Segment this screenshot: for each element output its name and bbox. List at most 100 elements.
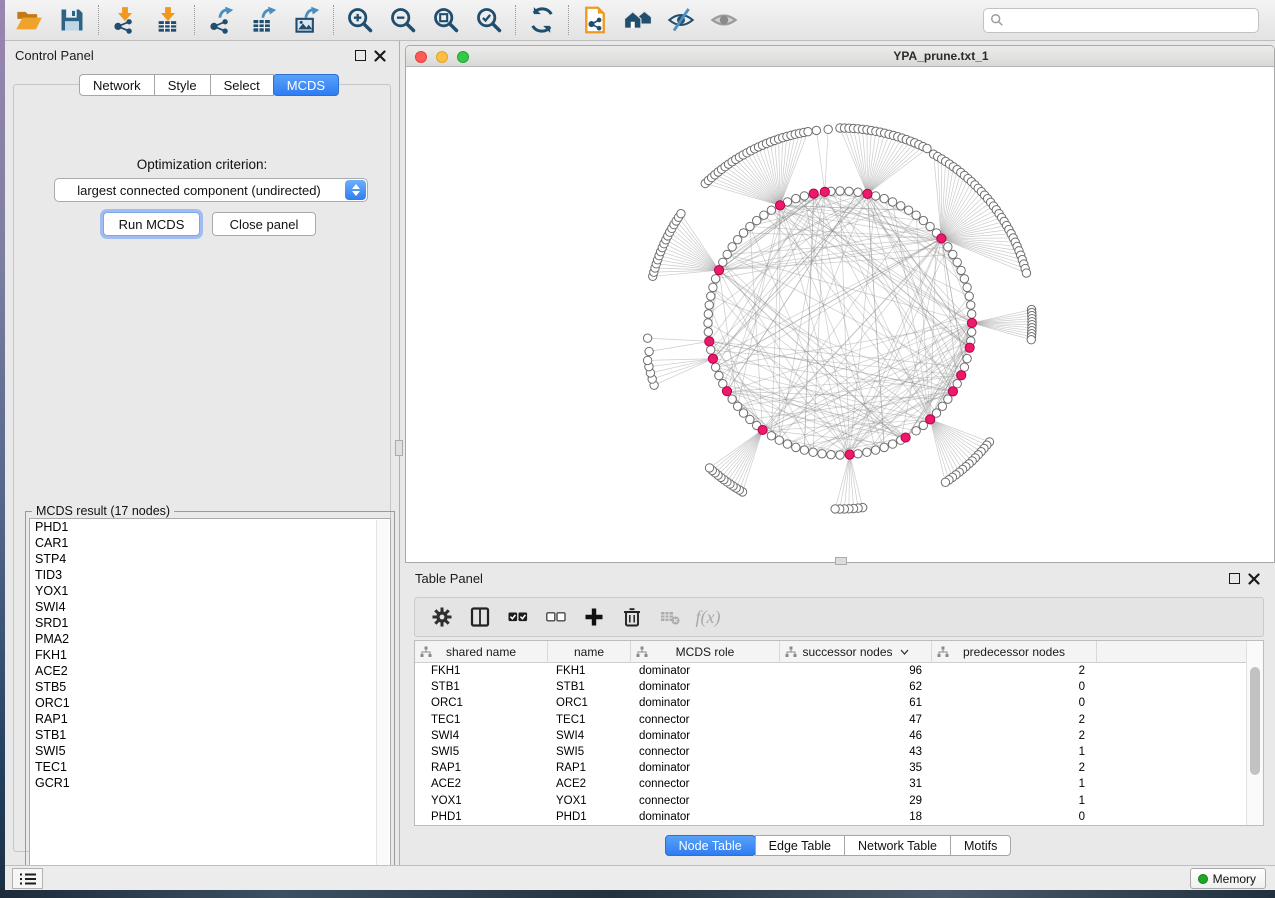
network-hub-node[interactable] (948, 387, 957, 396)
save-session-icon[interactable] (56, 4, 88, 36)
mcds-result-item[interactable]: TID3 (30, 567, 390, 583)
network-node[interactable] (643, 356, 651, 364)
network-window-titlebar[interactable]: YPA_prune.txt_1 (406, 46, 1274, 67)
network-node[interactable] (723, 250, 731, 258)
network-node[interactable] (871, 446, 879, 454)
network-node[interactable] (912, 427, 920, 435)
network-node[interactable] (767, 206, 775, 214)
mcds-result-item[interactable]: CAR1 (30, 535, 390, 551)
network-hub-node[interactable] (705, 337, 714, 346)
vertical-splitter-grip[interactable] (395, 440, 403, 456)
network-hub-node[interactable] (957, 371, 966, 380)
run-mcds-button[interactable]: Run MCDS (103, 212, 200, 236)
network-node[interactable] (733, 402, 741, 410)
network-node[interactable] (880, 443, 888, 451)
mcds-result-item[interactable]: ACE2 (30, 663, 390, 679)
network-node[interactable] (707, 292, 715, 300)
mcds-result-item[interactable]: FKH1 (30, 647, 390, 663)
mcds-list-scrollbar[interactable] (376, 520, 389, 877)
criterion-select[interactable]: largest connected component (undirected) (54, 178, 368, 202)
table-row[interactable]: RAP1RAP1dominator352 (415, 760, 1246, 776)
table-panel-close-icon[interactable] (1248, 572, 1261, 585)
network-node[interactable] (677, 209, 685, 217)
network-node[interactable] (960, 275, 968, 283)
network-node[interactable] (863, 448, 871, 456)
mcds-result-item[interactable]: STB5 (30, 679, 390, 695)
mcds-result-item[interactable]: SRD1 (30, 615, 390, 631)
network-hub-node[interactable] (714, 266, 723, 275)
mcds-result-item[interactable]: PHD1 (30, 519, 390, 535)
mcds-result-item[interactable]: PMA2 (30, 631, 390, 647)
table-row[interactable]: STB1STB1dominator620 (415, 679, 1246, 695)
table-row[interactable]: TEC1TEC1connector472 (415, 712, 1246, 728)
apply-preferred-layout-icon[interactable] (526, 4, 558, 36)
network-node[interactable] (845, 187, 853, 195)
network-node[interactable] (926, 222, 934, 230)
network-node[interactable] (854, 188, 862, 196)
network-hub-node[interactable] (845, 450, 854, 459)
network-hub-node[interactable] (901, 433, 910, 442)
network-node[interactable] (800, 446, 808, 454)
table-row[interactable]: SWI5SWI5connector431 (415, 744, 1246, 760)
network-node[interactable] (704, 310, 712, 318)
memory-button[interactable]: Memory (1190, 868, 1266, 889)
zoom-in-icon[interactable] (344, 4, 376, 36)
network-node[interactable] (967, 328, 975, 336)
tab-select[interactable]: Select (210, 74, 274, 96)
network-node[interactable] (831, 505, 839, 513)
network-hub-node[interactable] (820, 187, 829, 196)
network-node[interactable] (953, 258, 961, 266)
table-row[interactable]: YOX1YOX1connector291 (415, 793, 1246, 809)
network-node[interactable] (775, 436, 783, 444)
mcds-result-item[interactable]: GCR1 (30, 775, 390, 791)
zoom-selected-icon[interactable] (473, 4, 505, 36)
network-node[interactable] (949, 250, 957, 258)
network-node[interactable] (767, 432, 775, 440)
network-hub-node[interactable] (926, 415, 935, 424)
table-tab-edge-table[interactable]: Edge Table (755, 835, 845, 856)
settings-icon[interactable] (427, 602, 457, 632)
table-row[interactable]: ACE2ACE2connector311 (415, 776, 1246, 792)
table-tab-network-table[interactable]: Network Table (844, 835, 951, 856)
network-node[interactable] (746, 222, 754, 230)
network-node[interactable] (715, 371, 723, 379)
column-header-successor-nodes[interactable]: successor nodes (780, 641, 932, 663)
table-row[interactable]: SWI4SWI4dominator462 (415, 728, 1246, 744)
network-node[interactable] (804, 127, 812, 135)
network-node[interactable] (704, 328, 712, 336)
network-hub-node[interactable] (965, 343, 974, 352)
network-hub-node[interactable] (863, 189, 872, 198)
network-node[interactable] (783, 440, 791, 448)
network-node[interactable] (854, 450, 862, 458)
network-node[interactable] (967, 310, 975, 318)
network-node[interactable] (643, 334, 651, 342)
network-hub-node[interactable] (967, 318, 976, 327)
table-tab-node-table[interactable]: Node Table (665, 835, 756, 856)
new-network-from-selection-icon[interactable] (579, 4, 611, 36)
network-node[interactable] (888, 440, 896, 448)
add-column-icon[interactable] (579, 602, 609, 632)
close-panel-button[interactable]: Close panel (212, 212, 316, 236)
network-hub-node[interactable] (722, 387, 731, 396)
network-node[interactable] (709, 283, 717, 291)
control-panel-close-icon[interactable] (374, 49, 387, 62)
status-menu-icon[interactable] (12, 868, 43, 889)
show-columns-icon[interactable] (465, 602, 495, 632)
show-all-icon[interactable] (708, 4, 740, 36)
tab-network[interactable]: Network (79, 74, 155, 96)
zoom-out-icon[interactable] (387, 4, 419, 36)
network-node[interactable] (645, 347, 653, 355)
network-node[interactable] (888, 198, 896, 206)
network-node[interactable] (711, 363, 719, 371)
minimize-traffic-light-icon[interactable] (436, 51, 448, 63)
network-hub-node[interactable] (809, 189, 818, 198)
network-hub-node[interactable] (775, 201, 784, 210)
hide-selected-icon[interactable] (665, 4, 697, 36)
network-node[interactable] (944, 395, 952, 403)
table-row[interactable]: FKH1FKH1dominator962 (415, 663, 1246, 679)
network-node[interactable] (711, 275, 719, 283)
network-node[interactable] (733, 235, 741, 243)
mcds-result-item[interactable]: SWI5 (30, 743, 390, 759)
mcds-result-item[interactable]: RAP1 (30, 711, 390, 727)
first-neighbors-icon[interactable] (622, 4, 654, 36)
